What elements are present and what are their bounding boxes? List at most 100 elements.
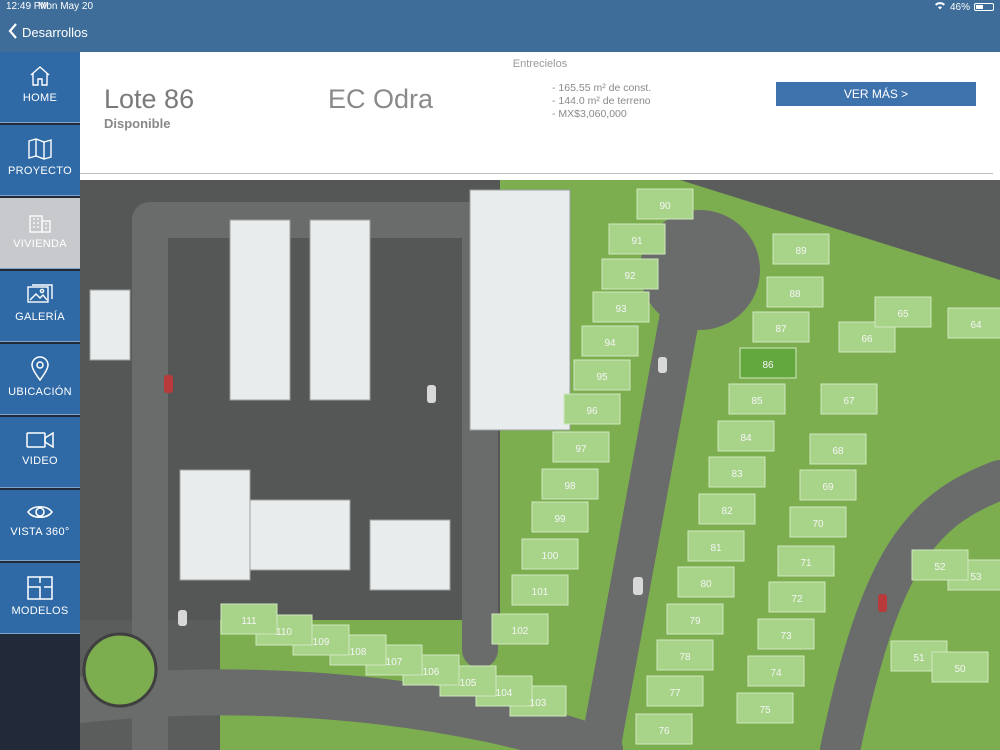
- status-date: Mon May 20: [38, 1, 94, 12]
- lot-label-78[interactable]: 78: [679, 652, 691, 663]
- lot-label-88[interactable]: 88: [789, 289, 801, 300]
- eye-icon: [0, 502, 80, 522]
- back-button[interactable]: Desarrollos: [8, 23, 88, 42]
- lot-label-94[interactable]: 94: [604, 338, 616, 349]
- house-block: [309, 219, 371, 401]
- lot-label-67[interactable]: 67: [843, 396, 855, 407]
- lot-label-50[interactable]: 50: [954, 664, 966, 675]
- house-block: [249, 499, 351, 571]
- lot-label-102[interactable]: 102: [512, 626, 529, 637]
- roundabout: [82, 632, 158, 708]
- lot-label-74[interactable]: 74: [770, 668, 782, 679]
- sidebar-item-label: VISTA 360°: [10, 526, 70, 538]
- sidebar-item-ubicacion[interactable]: UBICACIÓN: [0, 344, 80, 415]
- house-block: [229, 219, 291, 401]
- lot-label-66[interactable]: 66: [861, 334, 873, 345]
- car: [178, 610, 187, 626]
- house-block: [89, 289, 131, 361]
- lot-label-86[interactable]: 86: [762, 360, 774, 371]
- lot-label-96[interactable]: 96: [586, 406, 598, 417]
- lot-label-80[interactable]: 80: [700, 579, 712, 590]
- lot-label-91[interactable]: 91: [631, 236, 643, 247]
- sidebar-item-label: VIDEO: [22, 455, 58, 467]
- lot-label-77[interactable]: 77: [669, 688, 681, 699]
- lot-label-99[interactable]: 99: [554, 514, 566, 525]
- lot-label-71[interactable]: 71: [800, 558, 812, 569]
- lot-specs: - 165.55 m² de const. - 144.0 m² de terr…: [552, 82, 651, 121]
- sidebar-item-label: UBICACIÓN: [8, 386, 72, 398]
- car: [427, 385, 436, 403]
- lot-label-85[interactable]: 85: [751, 396, 763, 407]
- lot-label-69[interactable]: 69: [822, 482, 834, 493]
- lot-label-81[interactable]: 81: [710, 543, 722, 554]
- lot-label-51[interactable]: 51: [913, 653, 925, 664]
- lot-label-72[interactable]: 72: [791, 594, 803, 605]
- lot-label-79[interactable]: 79: [689, 616, 701, 627]
- lot-status: Disponible: [104, 116, 171, 131]
- lot-label-104[interactable]: 104: [496, 688, 513, 699]
- ver-mas-button[interactable]: VER MÁS >: [776, 82, 976, 106]
- header-divider: [80, 173, 993, 174]
- lot-label-90[interactable]: 90: [659, 201, 671, 212]
- lot-label-92[interactable]: 92: [624, 271, 636, 282]
- wifi-icon: [934, 1, 946, 13]
- lot-label-52[interactable]: 52: [934, 562, 946, 573]
- lot-label-95[interactable]: 95: [596, 372, 608, 383]
- lot-label-106[interactable]: 106: [423, 667, 440, 678]
- spec-price: - MX$3,060,000: [552, 108, 627, 120]
- house-block: [369, 519, 451, 591]
- spec-construction: - 165.55 m² de const.: [552, 82, 652, 94]
- sidebar-item-label: GALERÍA: [15, 311, 65, 323]
- location-pin-icon: [0, 356, 80, 382]
- sidebar-item-vista360[interactable]: VISTA 360°: [0, 490, 80, 561]
- lot-label-100[interactable]: 100: [542, 551, 559, 562]
- lot-label-53[interactable]: 53: [970, 572, 982, 583]
- lot-label-109[interactable]: 109: [313, 637, 330, 648]
- lot-label-76[interactable]: 76: [658, 726, 670, 737]
- lot-label-107[interactable]: 107: [386, 657, 403, 668]
- car: [878, 594, 887, 612]
- lot-header: Entrecielos Lote 86 Disponible EC Odra -…: [80, 52, 1000, 180]
- car: [633, 577, 643, 595]
- lot-label-68[interactable]: 68: [832, 446, 844, 457]
- car: [164, 375, 173, 393]
- lot-label-108[interactable]: 108: [350, 647, 367, 658]
- lot-label-103[interactable]: 103: [530, 698, 547, 709]
- lot-label-105[interactable]: 105: [460, 678, 477, 689]
- lot-label-84[interactable]: 84: [740, 433, 752, 444]
- sidebar-item-label: HOME: [22, 92, 58, 104]
- lot-label-98[interactable]: 98: [564, 481, 576, 492]
- chevron-left-icon: [8, 23, 18, 42]
- lot-label-83[interactable]: 83: [731, 469, 743, 480]
- floorplan-icon: [0, 575, 80, 601]
- lot-label-73[interactable]: 73: [780, 631, 792, 642]
- sidebar-item-galeria[interactable]: GALERÍA: [0, 271, 80, 342]
- lot-label-111[interactable]: 111: [241, 616, 257, 627]
- sidebar-item-home[interactable]: HOME: [0, 52, 80, 123]
- sidebar-item-proyecto[interactable]: PROYECTO: [0, 125, 80, 196]
- lot-label-82[interactable]: 82: [721, 506, 733, 517]
- lot-label-97[interactable]: 97: [575, 444, 587, 455]
- sidebar-item-label: VIVIENDA: [13, 238, 67, 250]
- lot-label-101[interactable]: 101: [532, 587, 549, 598]
- site-plan-map[interactable]: 90 91 92 93 94 95 96 97 98 99 100 101 102 103 104 105 10…: [80, 180, 1000, 750]
- sidebar-item-vivienda[interactable]: VIVIENDA: [0, 198, 80, 269]
- lot-label-93[interactable]: 93: [615, 304, 627, 315]
- development-name: Entrecielos: [512, 58, 568, 70]
- house-block: [469, 189, 571, 431]
- car: [658, 357, 667, 373]
- lot-label-110[interactable]: 110: [276, 627, 292, 638]
- lot-label-70[interactable]: 70: [812, 519, 824, 530]
- lot-label-65[interactable]: 65: [897, 309, 909, 320]
- lot-label-64[interactable]: 64: [970, 320, 982, 331]
- sidebar-item-video[interactable]: VIDEO: [0, 417, 80, 488]
- sidebar-item-label: PROYECTO: [8, 165, 72, 177]
- sidebar-item-modelos[interactable]: MODELOS: [0, 563, 80, 634]
- house-block: [179, 469, 251, 581]
- lot-label-87[interactable]: 87: [775, 324, 787, 335]
- lot-label-89[interactable]: 89: [795, 246, 807, 257]
- map-icon: [0, 137, 80, 161]
- model-name: EC Odra: [328, 84, 434, 114]
- battery-fill: [976, 5, 984, 9]
- lot-label-75[interactable]: 75: [759, 705, 771, 716]
